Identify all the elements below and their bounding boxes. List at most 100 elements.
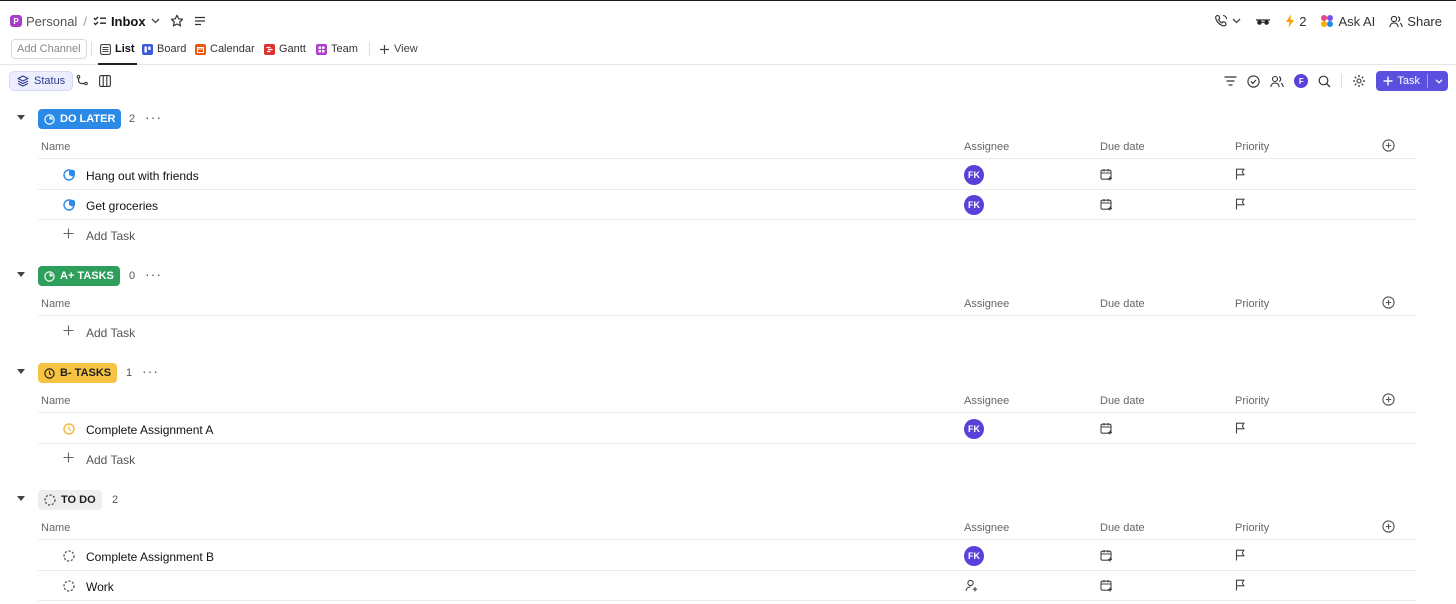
task-name[interactable]: Complete Assignment A (86, 423, 213, 437)
calendar-add-icon[interactable] (1100, 549, 1113, 562)
column-headers: Name Assignee Due date Priority (38, 290, 1416, 316)
calendar-add-icon[interactable] (1100, 579, 1113, 592)
add-column-icon[interactable] (1382, 296, 1395, 309)
clock-status-icon (44, 367, 55, 379)
add-column-icon[interactable] (1382, 520, 1395, 533)
tab-list[interactable]: List (98, 40, 137, 65)
assignee-avatar[interactable]: FK (964, 165, 984, 185)
share-button[interactable]: Share (1389, 14, 1442, 29)
flag-icon[interactable] (1235, 549, 1246, 561)
space-badge[interactable]: P (10, 15, 22, 27)
column-name[interactable]: Name (41, 395, 70, 407)
column-assignee[interactable]: Assignee (964, 141, 1009, 153)
add-task-row[interactable]: Add Task (38, 317, 1416, 347)
add-channel-button[interactable]: Add Channel (11, 39, 87, 59)
column-due-date[interactable]: Due date (1100, 395, 1145, 407)
filter-icon[interactable] (1224, 76, 1237, 86)
column-priority[interactable]: Priority (1235, 395, 1269, 407)
column-due-date[interactable]: Due date (1100, 522, 1145, 534)
share-label: Share (1407, 13, 1442, 29)
star-icon[interactable] (170, 14, 184, 28)
task-name[interactable]: Complete Assignment B (86, 550, 214, 564)
collapse-caret-icon[interactable] (17, 496, 25, 501)
collapse-caret-icon[interactable] (17, 272, 25, 277)
calendar-add-icon[interactable] (1100, 168, 1113, 181)
table-row[interactable]: Complete Assignment A FK (38, 414, 1416, 444)
tab-gantt[interactable]: Gantt (264, 40, 306, 58)
task-name[interactable]: Work (86, 580, 114, 594)
flag-icon[interactable] (1235, 422, 1246, 434)
task-name[interactable]: Get groceries (86, 199, 158, 213)
tab-calendar[interactable]: Calendar (195, 40, 255, 58)
table-row[interactable]: Work (38, 571, 1416, 601)
subtasks-icon[interactable] (76, 75, 88, 87)
check-circle-icon[interactable] (1247, 74, 1261, 88)
dashed-circle-status-icon[interactable] (63, 580, 75, 592)
breadcrumb-current[interactable]: Inbox (111, 14, 146, 29)
add-task-row[interactable]: Add Task (38, 444, 1416, 474)
incognito-button[interactable] (1255, 16, 1271, 26)
calendar-add-icon[interactable] (1100, 198, 1113, 211)
collapse-caret-icon[interactable] (17, 115, 25, 120)
flag-icon[interactable] (1235, 168, 1246, 180)
table-row[interactable]: Get groceries FK (38, 190, 1416, 220)
column-priority[interactable]: Priority (1235, 141, 1269, 153)
group-by-status-button[interactable]: Status (9, 71, 74, 91)
column-due-date[interactable]: Due date (1100, 298, 1145, 310)
column-assignee[interactable]: Assignee (964, 522, 1009, 534)
table-row[interactable]: Complete Assignment B FK (38, 541, 1416, 571)
clock-status-icon[interactable] (63, 423, 75, 435)
column-assignee[interactable]: Assignee (964, 395, 1009, 407)
user-avatar[interactable]: F (1294, 74, 1309, 88)
column-name[interactable]: Name (41, 298, 70, 310)
chevron-down-icon[interactable] (151, 18, 160, 24)
table-row[interactable]: Hang out with friends FK (38, 160, 1416, 190)
column-assignee[interactable]: Assignee (964, 298, 1009, 310)
gear-icon[interactable] (1352, 74, 1366, 88)
calendar-add-icon[interactable] (1100, 422, 1113, 435)
dashed-circle-status-icon[interactable] (63, 550, 75, 562)
add-column-icon[interactable] (1382, 393, 1395, 406)
tab-board[interactable]: Board (142, 40, 186, 58)
more-options-icon[interactable]: ··· (142, 363, 159, 379)
column-name[interactable]: Name (41, 141, 70, 153)
task-name[interactable]: Hang out with friends (86, 169, 199, 183)
ask-ai-button[interactable]: Ask AI (1320, 14, 1375, 29)
chevron-down-icon[interactable] (1435, 78, 1443, 84)
automations-button[interactable]: 2 (1285, 14, 1306, 29)
column-priority[interactable]: Priority (1235, 298, 1269, 310)
add-column-icon[interactable] (1382, 139, 1395, 152)
assignee-avatar[interactable]: FK (964, 419, 984, 439)
new-task-label: Task (1397, 75, 1420, 87)
more-options-icon[interactable]: ··· (145, 109, 162, 125)
status-pill[interactable]: TO DO (38, 490, 102, 510)
column-name[interactable]: Name (41, 522, 70, 534)
column-due-date[interactable]: Due date (1100, 141, 1145, 153)
assignees-icon[interactable] (1270, 75, 1285, 88)
tab-label: Gantt (279, 43, 306, 55)
status-chip-label: Status (34, 75, 66, 87)
in-progress-status-icon[interactable] (63, 199, 75, 211)
breadcrumb-space[interactable]: Personal (26, 14, 77, 29)
add-task-row[interactable]: Add Task (38, 220, 1416, 250)
tab-team[interactable]: Team (316, 40, 358, 58)
tab-label: List (115, 43, 135, 55)
more-options-icon[interactable]: ··· (145, 266, 162, 282)
status-pill[interactable]: A+ TASKS (38, 266, 120, 286)
in-progress-status-icon[interactable] (63, 169, 75, 181)
assignee-avatar[interactable]: FK (964, 546, 984, 566)
add-assignee-icon[interactable] (965, 579, 978, 592)
columns-icon[interactable] (99, 75, 111, 87)
new-task-button[interactable]: Task (1376, 71, 1448, 91)
status-pill[interactable]: B- TASKS (38, 363, 118, 383)
search-icon[interactable] (1318, 75, 1331, 88)
assignee-avatar[interactable]: FK (964, 195, 984, 215)
add-view-button[interactable]: View (379, 40, 418, 58)
call-menu[interactable] (1214, 14, 1241, 28)
flag-icon[interactable] (1235, 198, 1246, 210)
collapse-caret-icon[interactable] (17, 369, 25, 374)
flag-icon[interactable] (1235, 579, 1246, 591)
column-priority[interactable]: Priority (1235, 522, 1269, 534)
status-pill[interactable]: DO LATER (38, 109, 122, 129)
description-icon[interactable] (194, 16, 206, 26)
